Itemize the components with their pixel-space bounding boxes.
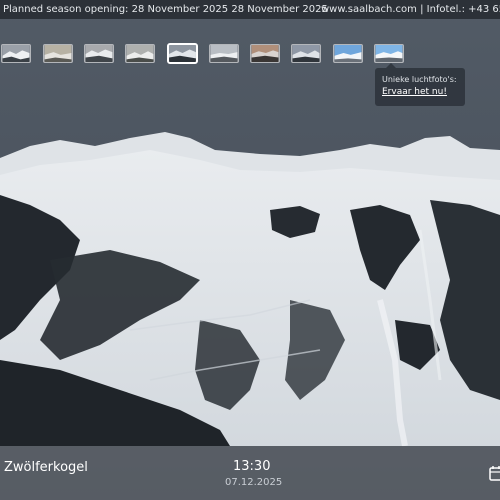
- thumbnail-2[interactable]: [43, 44, 73, 63]
- thumbnail-5-selected[interactable]: [167, 43, 198, 64]
- thumbnail-6[interactable]: [209, 44, 239, 63]
- tooltip-link[interactable]: Ervaar het nu!: [382, 86, 465, 99]
- thumbnail-7[interactable]: [250, 44, 280, 63]
- calendar-icon[interactable]: [489, 465, 500, 481]
- webcam-viewer: Planned season opening: 28 November 2025…: [0, 0, 500, 500]
- thumbnail-4[interactable]: [125, 44, 155, 63]
- info-bar: Planned season opening: 28 November 2025…: [0, 0, 500, 19]
- capture-time: 13:30: [233, 459, 271, 474]
- thumbnail-9[interactable]: [333, 44, 363, 63]
- thumbnail-3[interactable]: [84, 44, 114, 63]
- bottom-info-bar: Zwölferkogel 13:30 07.12.2025: [0, 446, 500, 500]
- contact-text[interactable]: www.saalbach.com | Infotel.: +43 6541 68…: [321, 0, 500, 19]
- tooltip-text: Unieke luchtfoto's:: [382, 75, 457, 84]
- webcam-thumbnail-strip: [0, 43, 500, 64]
- location-name: Zwölferkogel: [4, 460, 88, 475]
- thumbnail-8[interactable]: [291, 44, 321, 63]
- thumbnail-10[interactable]: [374, 44, 404, 63]
- thumbnail-1[interactable]: [1, 44, 31, 63]
- season-opening-text: Planned season opening: 28 November 2025…: [3, 4, 328, 15]
- aerial-photo-tooltip: Unieke luchtfoto's: Ervaar het nu!: [375, 63, 465, 106]
- capture-date: 07.12.2025: [225, 477, 283, 488]
